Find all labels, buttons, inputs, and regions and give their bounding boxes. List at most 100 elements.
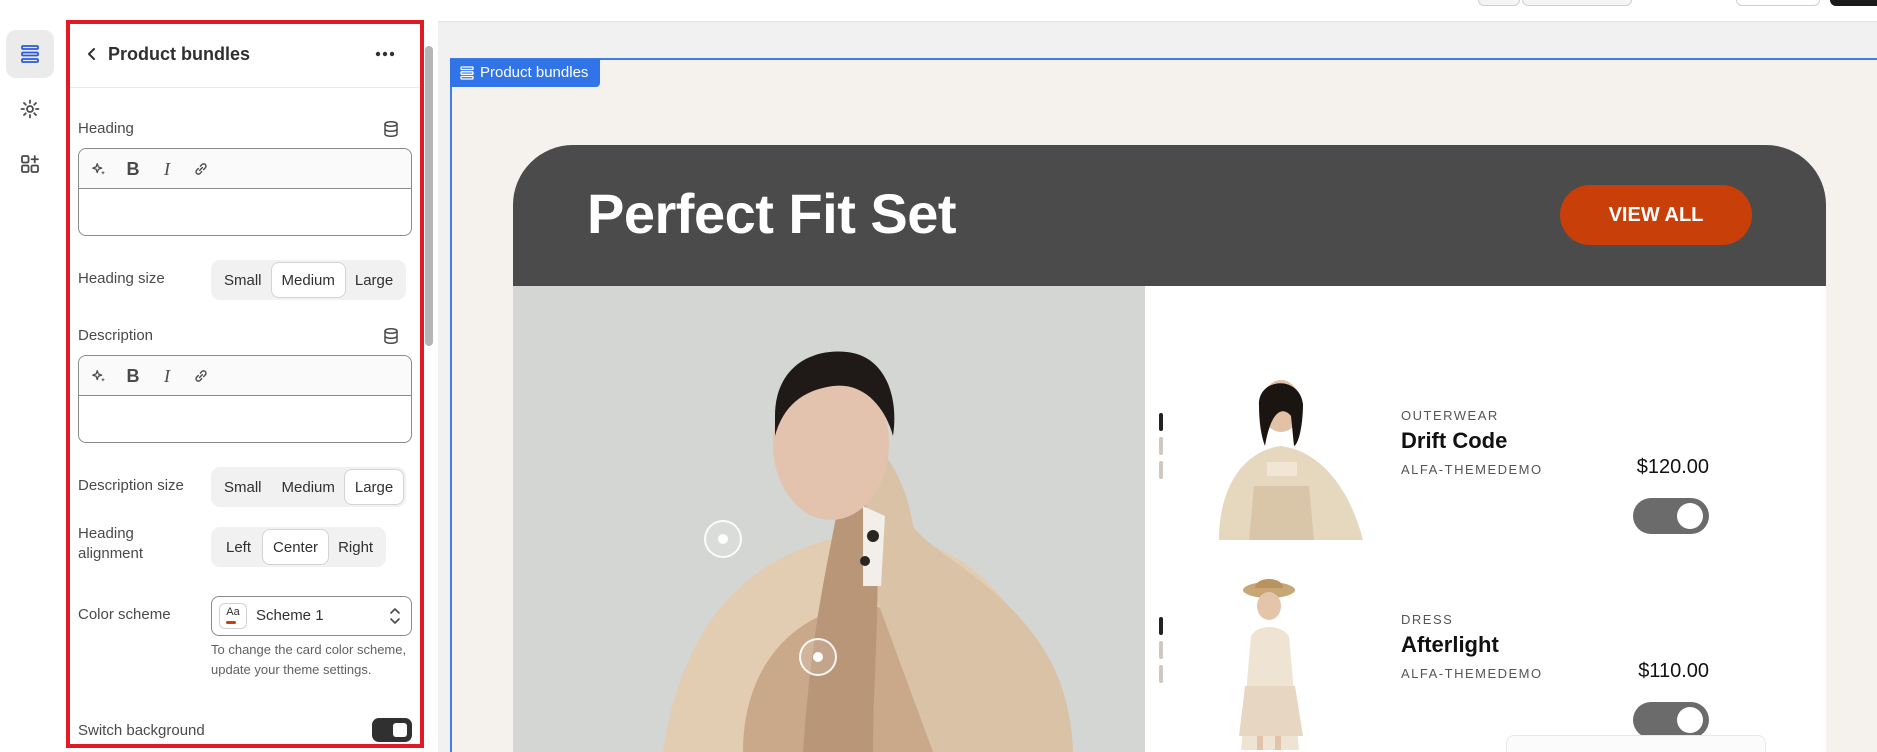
heading-alignment-segmented-control: Left Center Right: [211, 527, 387, 567]
model-photo: [513, 286, 1145, 752]
image-pagination: [1159, 413, 1163, 485]
product-price: $110.00: [1638, 660, 1709, 682]
product-hotspot[interactable]: [799, 638, 837, 676]
magic-button[interactable]: [87, 364, 111, 388]
alignment-option-left[interactable]: Left: [214, 530, 263, 564]
bold-button[interactable]: B: [121, 364, 145, 388]
color-scheme-select[interactable]: Aa Scheme 1: [211, 596, 412, 636]
product-photo: [1199, 366, 1363, 540]
dynamic-source-icon[interactable]: [382, 327, 400, 345]
color-scheme-help-text: To change the card color scheme, update …: [211, 642, 407, 677]
link-icon: [195, 370, 207, 382]
heading-size-option-small[interactable]: Small: [214, 263, 272, 297]
italic-icon: I: [164, 158, 170, 179]
description-size-option-small[interactable]: Small: [214, 470, 272, 504]
description-label: Description: [78, 327, 154, 344]
italic-button[interactable]: I: [155, 157, 179, 181]
description-size-option-large[interactable]: Large: [344, 470, 404, 504]
select-arrows-icon: [390, 608, 400, 624]
heading-size-segmented-control: Small Medium Large: [211, 260, 407, 300]
alignment-option-right[interactable]: Right: [328, 530, 383, 564]
image-pagination: [1159, 617, 1163, 689]
back-button[interactable]: [80, 42, 104, 66]
switch-background-toggle[interactable]: [372, 718, 412, 742]
selected-section-tag[interactable]: Product bundles: [450, 59, 601, 87]
bundle-header: Perfect Fit Set VIEW ALL: [513, 145, 1826, 286]
store-preview: Product bundles Perfect Fit Set VIEW ALL: [438, 22, 1877, 752]
product-category: DRESS: [1401, 612, 1454, 627]
panel-header: Product bundles: [70, 24, 420, 88]
heading-label: Heading: [78, 120, 134, 137]
product-vendor: ALFA-THEMEDEMO: [1401, 666, 1543, 681]
product-select-toggle[interactable]: [1633, 498, 1709, 534]
alignment-option-center[interactable]: Center: [263, 530, 329, 564]
bundle-summary-card[interactable]: [1506, 735, 1766, 752]
scroll-thumb[interactable]: [425, 46, 433, 346]
heading-rich-text-editor[interactable]: B I: [78, 148, 412, 236]
description-size-option-medium[interactable]: Medium: [272, 470, 345, 504]
heading-size-label: Heading size: [78, 270, 165, 287]
heading-size-option-large[interactable]: Large: [345, 263, 403, 297]
product-select-toggle[interactable]: [1633, 702, 1709, 738]
theme-settings-button[interactable]: [6, 85, 54, 133]
italic-button[interactable]: I: [155, 364, 179, 388]
gear-icon: [20, 99, 40, 119]
description-size-label: Description size: [78, 477, 184, 494]
product-category: OUTERWEAR: [1401, 408, 1499, 423]
link-button[interactable]: [189, 157, 213, 181]
theme-editor: Product bundles Heading B I Heading size…: [0, 0, 1877, 752]
product-hotspot[interactable]: [704, 520, 742, 558]
save-button[interactable]: [1830, 0, 1877, 6]
section-tag-label: Product bundles: [480, 64, 589, 81]
heading-input[interactable]: [87, 195, 403, 227]
magic-icon: [92, 370, 105, 382]
magic-button[interactable]: [87, 157, 111, 181]
bold-icon: B: [126, 158, 140, 179]
switch-background-label: Switch background: [78, 722, 205, 739]
description-input[interactable]: [87, 402, 403, 434]
panel-scrollbar[interactable]: [424, 34, 434, 752]
description-size-segmented-control: Small Medium Large: [211, 467, 407, 507]
toolbar-button[interactable]: [1478, 0, 1520, 6]
bundle-hero-image: [513, 286, 1145, 752]
app-embeds-button[interactable]: [6, 140, 54, 188]
rte-toolbar: B I: [79, 356, 411, 396]
product-image[interactable]: [1199, 576, 1363, 750]
color-scheme-value: Scheme 1: [256, 607, 324, 624]
product-vendor: ALFA-THEMEDEMO: [1401, 462, 1543, 477]
heading-size-option-medium[interactable]: Medium: [271, 263, 345, 297]
heading-alignment-label: Heading alignment: [78, 525, 144, 562]
top-bar: [438, 0, 1877, 22]
toolbar-button[interactable]: [1736, 0, 1820, 6]
bold-icon: B: [126, 365, 140, 386]
apps-add-icon: [21, 155, 39, 173]
bundle-product-list: OUTERWEAR Drift Code ALFA-THEMEDEMO $120…: [1145, 286, 1826, 752]
sections-icon: [21, 45, 39, 63]
view-all-button[interactable]: VIEW ALL: [1560, 185, 1752, 245]
more-horizontal-icon: [375, 51, 395, 57]
icon-rail: [0, 0, 60, 752]
product-name[interactable]: Drift Code: [1401, 428, 1507, 454]
link-icon: [195, 163, 207, 175]
link-button[interactable]: [189, 364, 213, 388]
chevron-left-icon: [88, 48, 95, 60]
bundle-title: Perfect Fit Set: [587, 182, 957, 245]
bold-button[interactable]: B: [121, 157, 145, 181]
italic-icon: I: [164, 365, 170, 386]
product-price: $120.00: [1636, 456, 1709, 478]
color-scheme-swatch: Aa: [219, 603, 247, 629]
dynamic-source-icon[interactable]: [382, 120, 400, 138]
description-rich-text-editor[interactable]: B I: [78, 355, 412, 443]
panel-title: Product bundles: [108, 44, 251, 64]
product-image[interactable]: [1199, 366, 1363, 540]
section-icon: [460, 66, 474, 80]
sections-button[interactable]: [6, 30, 54, 78]
product-name[interactable]: Afterlight: [1401, 632, 1499, 658]
color-scheme-label: Color scheme: [78, 606, 171, 623]
viewport-switcher[interactable]: [1522, 0, 1632, 6]
rte-toolbar: B I: [79, 149, 411, 189]
more-actions-button[interactable]: [372, 44, 398, 64]
magic-icon: [92, 163, 105, 175]
color-scheme-chip-text: Aa: [226, 606, 240, 618]
section-settings-panel: Product bundles Heading B I Heading size…: [66, 20, 424, 748]
